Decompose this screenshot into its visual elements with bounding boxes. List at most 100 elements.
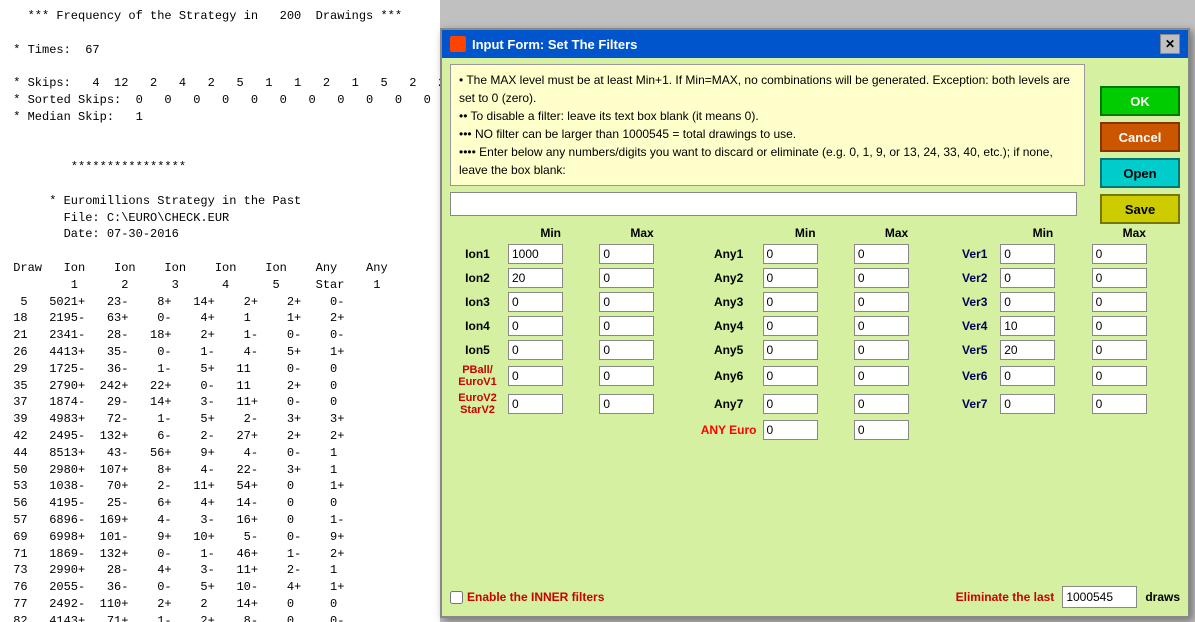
inner-filter-checkbox[interactable] (450, 591, 463, 604)
pball-min-input[interactable] (508, 366, 563, 386)
bottom-bar: Enable the INNER filters Eliminate the l… (450, 586, 1180, 608)
filters-area: Min Max Min Max Min Max I (450, 224, 1180, 442)
ion-min-header: Min (505, 224, 596, 242)
ver1-min-input[interactable] (1000, 244, 1055, 264)
any2-max-input[interactable] (854, 268, 909, 288)
ver3-min-input[interactable] (1000, 292, 1055, 312)
eurov2-min-input[interactable] (508, 394, 563, 414)
any7-max-input[interactable] (854, 394, 909, 414)
ver5-max-input[interactable] (1092, 340, 1147, 360)
any-euro-max-input[interactable] (854, 420, 909, 440)
eliminate-label: Eliminate the last (956, 590, 1055, 604)
input-form-dialog: Input Form: Set The Filters ✕ OK Cancel … (440, 28, 1190, 618)
ion2-min-input[interactable] (508, 268, 563, 288)
ion1-label: Ion1 (450, 242, 505, 266)
ion4-label: Ion4 (450, 314, 505, 338)
ver-min-header: Min (997, 224, 1088, 242)
ver-max-header: Max (1089, 224, 1180, 242)
ion5-max-input[interactable] (599, 340, 654, 360)
ver5-label: Ver5 (952, 338, 997, 362)
ver4-max-input[interactable] (1092, 316, 1147, 336)
any5-max-input[interactable] (854, 340, 909, 360)
ion1-max-input[interactable] (599, 244, 654, 264)
eurov2-max-input[interactable] (599, 394, 654, 414)
filter-row-4: Ion4 Any4 Ver4 (450, 314, 1180, 338)
ion4-max-input[interactable] (599, 316, 654, 336)
inner-filter-checkbox-container: Enable the INNER filters (450, 590, 604, 604)
ion1-min-input[interactable] (508, 244, 563, 264)
any5-label: Any5 (698, 338, 760, 362)
ion2-max-input[interactable] (599, 268, 654, 288)
filters-table: Min Max Min Max Min Max I (450, 224, 1180, 442)
ion3-min-input[interactable] (508, 292, 563, 312)
close-button[interactable]: ✕ (1160, 34, 1180, 54)
pball-max-input[interactable] (599, 366, 654, 386)
any1-min-input[interactable] (763, 244, 818, 264)
any-euro-min-input[interactable] (763, 420, 818, 440)
cancel-button[interactable]: Cancel (1100, 122, 1180, 152)
any6-label: Any6 (698, 362, 760, 390)
ver2-max-input[interactable] (1092, 268, 1147, 288)
filter-row-7: EuroV2StarV2 Any7 Ver7 (450, 390, 1180, 418)
modal-icon (450, 36, 466, 52)
any7-label: Any7 (698, 390, 760, 418)
ion5-min-input[interactable] (508, 340, 563, 360)
filter-row-1: Ion1 Any1 Ver1 (450, 242, 1180, 266)
ion-max-header: Max (596, 224, 687, 242)
any7-min-input[interactable] (763, 394, 818, 414)
pball-label: PBall/EuroV1 (450, 362, 505, 390)
any4-max-input[interactable] (854, 316, 909, 336)
ver7-max-input[interactable] (1092, 394, 1147, 414)
action-buttons-panel: OK Cancel Open Save (1100, 86, 1180, 224)
info-line-1: • The MAX level must be at least Min+1. … (459, 71, 1076, 107)
ver7-label: Ver7 (952, 390, 997, 418)
ion5-label: Ion5 (450, 338, 505, 362)
inner-filter-label: Enable the INNER filters (467, 590, 604, 604)
info-box: • The MAX level must be at least Min+1. … (450, 64, 1085, 186)
ver3-max-input[interactable] (1092, 292, 1147, 312)
eliminate-input[interactable] (1062, 586, 1137, 608)
ok-button[interactable]: OK (1100, 86, 1180, 116)
any6-max-input[interactable] (854, 366, 909, 386)
ver6-label: Ver6 (952, 362, 997, 390)
filter-row-5: Ion5 Any5 Ver5 (450, 338, 1180, 362)
terminal-output: *** Frequency of the Strategy in 200 Dra… (0, 0, 440, 622)
filter-row-2: Ion2 Any2 Ver2 (450, 266, 1180, 290)
any-euro-label: ANY Euro (698, 418, 760, 442)
any3-min-input[interactable] (763, 292, 818, 312)
ion4-min-input[interactable] (508, 316, 563, 336)
ion2-label: Ion2 (450, 266, 505, 290)
open-button[interactable]: Open (1100, 158, 1180, 188)
info-line-4: •••• Enter below any numbers/digits you … (459, 143, 1076, 179)
save-button[interactable]: Save (1100, 194, 1180, 224)
ver3-label: Ver3 (952, 290, 997, 314)
ver7-min-input[interactable] (1000, 394, 1055, 414)
filter-row-8: ANY Euro (450, 418, 1180, 442)
draws-label: draws (1145, 590, 1180, 604)
discard-input[interactable] (450, 192, 1077, 216)
info-line-2: •• To disable a filter: leave its text b… (459, 107, 1076, 125)
any5-min-input[interactable] (763, 340, 818, 360)
eurov2-label: EuroV2StarV2 (450, 390, 505, 418)
any2-label: Any2 (698, 266, 760, 290)
any-max-header: Max (851, 224, 942, 242)
ver5-min-input[interactable] (1000, 340, 1055, 360)
any4-label: Any4 (698, 314, 760, 338)
ion3-max-input[interactable] (599, 292, 654, 312)
info-line-3: ••• NO filter can be larger than 1000545… (459, 125, 1076, 143)
ver2-min-input[interactable] (1000, 268, 1055, 288)
ver6-min-input[interactable] (1000, 366, 1055, 386)
any4-min-input[interactable] (763, 316, 818, 336)
ion3-label: Ion3 (450, 290, 505, 314)
any3-max-input[interactable] (854, 292, 909, 312)
ver1-max-input[interactable] (1092, 244, 1147, 264)
any6-min-input[interactable] (763, 366, 818, 386)
any-min-header: Min (760, 224, 851, 242)
ver1-label: Ver1 (952, 242, 997, 266)
any2-min-input[interactable] (763, 268, 818, 288)
ver2-label: Ver2 (952, 266, 997, 290)
any3-label: Any3 (698, 290, 760, 314)
ver4-min-input[interactable] (1000, 316, 1055, 336)
ver6-max-input[interactable] (1092, 366, 1147, 386)
any1-max-input[interactable] (854, 244, 909, 264)
